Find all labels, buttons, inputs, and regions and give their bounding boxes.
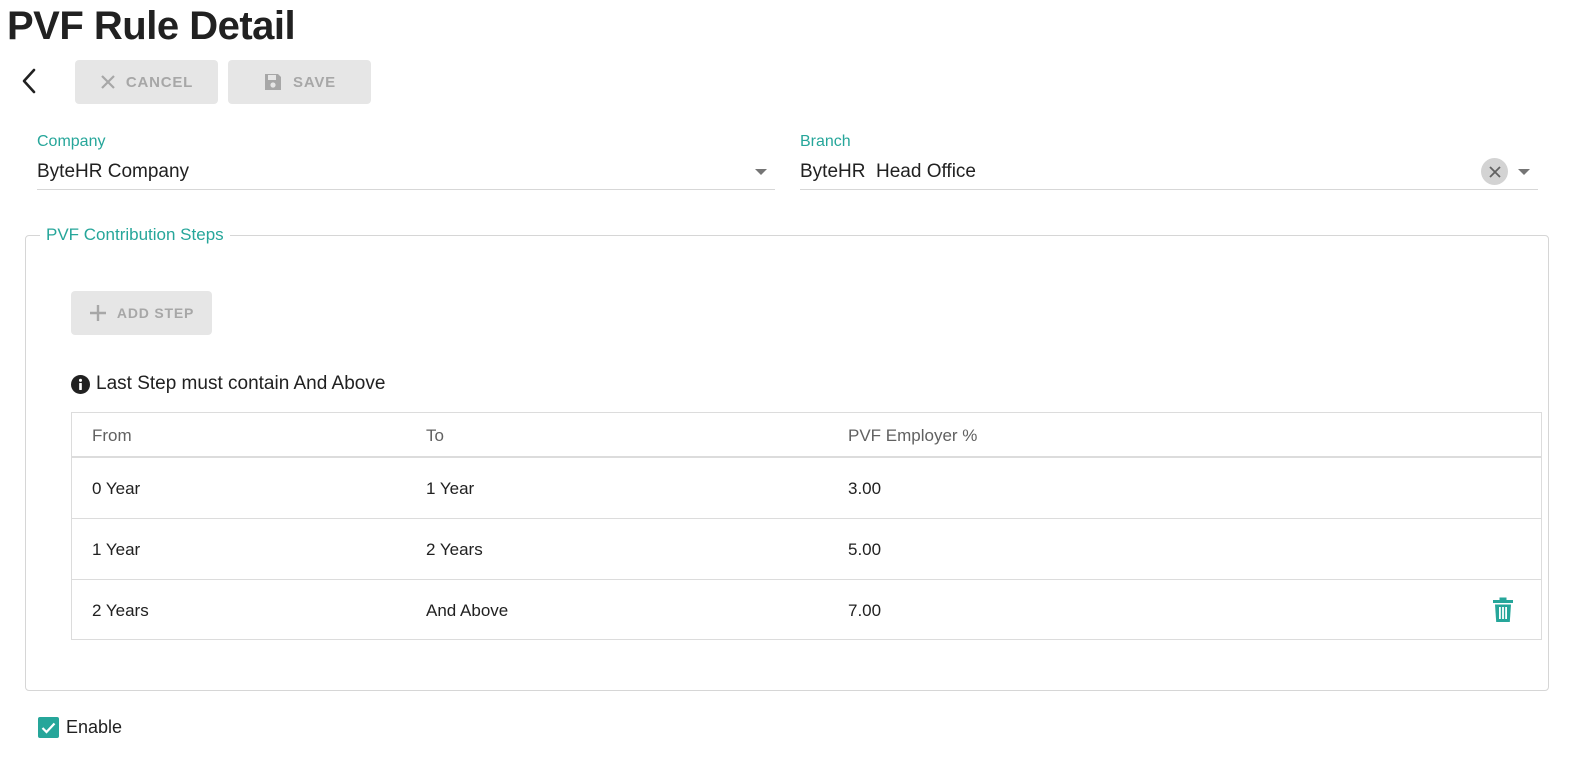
cell-pvf-employer: 3.00 — [848, 479, 882, 498]
save-button-label: SAVE — [293, 73, 336, 91]
info-icon — [71, 374, 90, 394]
cell-to: 1 Year — [426, 479, 475, 498]
company-underline — [37, 189, 775, 190]
cell-from: 0 Year — [92, 479, 141, 498]
add-step-button[interactable]: ADD STEP — [71, 291, 212, 335]
steps-table: From To PVF Employer % 0 Year 1 Year 3.0… — [71, 412, 1542, 640]
table-row: 0 Year 1 Year 3.00 — [72, 458, 1541, 519]
table-row: 2 Years And Above 7.00 — [72, 580, 1541, 641]
cell-from: 2 Years — [92, 601, 149, 620]
info-note-text: Last Step must contain And Above — [96, 373, 386, 394]
section-legend: PVF Contribution Steps — [40, 225, 230, 245]
back-button[interactable] — [14, 66, 44, 96]
cell-pvf-employer: 5.00 — [848, 540, 882, 559]
page-title: PVF Rule Detail — [7, 4, 296, 48]
dropdown-arrow-icon[interactable] — [1518, 169, 1530, 175]
close-icon — [1488, 165, 1501, 178]
enable-label: Enable — [66, 717, 123, 737]
column-header-to: To — [426, 426, 444, 445]
cancel-button[interactable]: CANCEL — [75, 60, 218, 104]
close-icon — [101, 75, 115, 89]
cell-to: And Above — [426, 601, 509, 620]
trash-icon — [1493, 597, 1513, 622]
branch-select[interactable]: Branch ByteHR Head Office — [800, 128, 1538, 192]
branch-underline — [800, 189, 1538, 190]
clear-button[interactable] — [1481, 158, 1508, 185]
pvf-steps-section: PVF Contribution Steps ADD STEP Last Ste… — [25, 225, 1549, 691]
company-select[interactable]: Company ByteHR Company — [37, 128, 775, 192]
cancel-button-label: CANCEL — [125, 73, 194, 91]
cell-to: 2 Years — [426, 540, 483, 559]
table-header: From To PVF Employer % — [72, 413, 1541, 458]
cell-pvf-employer: 7.00 — [848, 601, 882, 620]
checkbox-checked-icon[interactable] — [38, 717, 59, 738]
company-value: ByteHR Company — [37, 161, 190, 182]
save-button[interactable]: SAVE — [228, 60, 371, 104]
delete-row-button[interactable] — [1491, 597, 1515, 623]
column-header-from: From — [92, 426, 132, 445]
plus-icon — [89, 305, 106, 321]
branch-value: ByteHR Head Office — [800, 161, 977, 182]
save-icon — [265, 74, 282, 90]
branch-label: Branch — [800, 133, 851, 150]
company-label: Company — [37, 133, 106, 150]
chevron-left-icon — [22, 68, 36, 94]
enable-checkbox[interactable]: Enable — [38, 717, 122, 738]
add-step-label: ADD STEP — [116, 305, 195, 321]
dropdown-arrow-icon[interactable] — [755, 169, 767, 175]
info-note: Last Step must contain And Above — [71, 373, 385, 395]
column-header-pvf-employer: PVF Employer % — [848, 426, 978, 445]
table-row: 1 Year 2 Years 5.00 — [72, 519, 1541, 580]
cell-from: 1 Year — [92, 540, 141, 559]
